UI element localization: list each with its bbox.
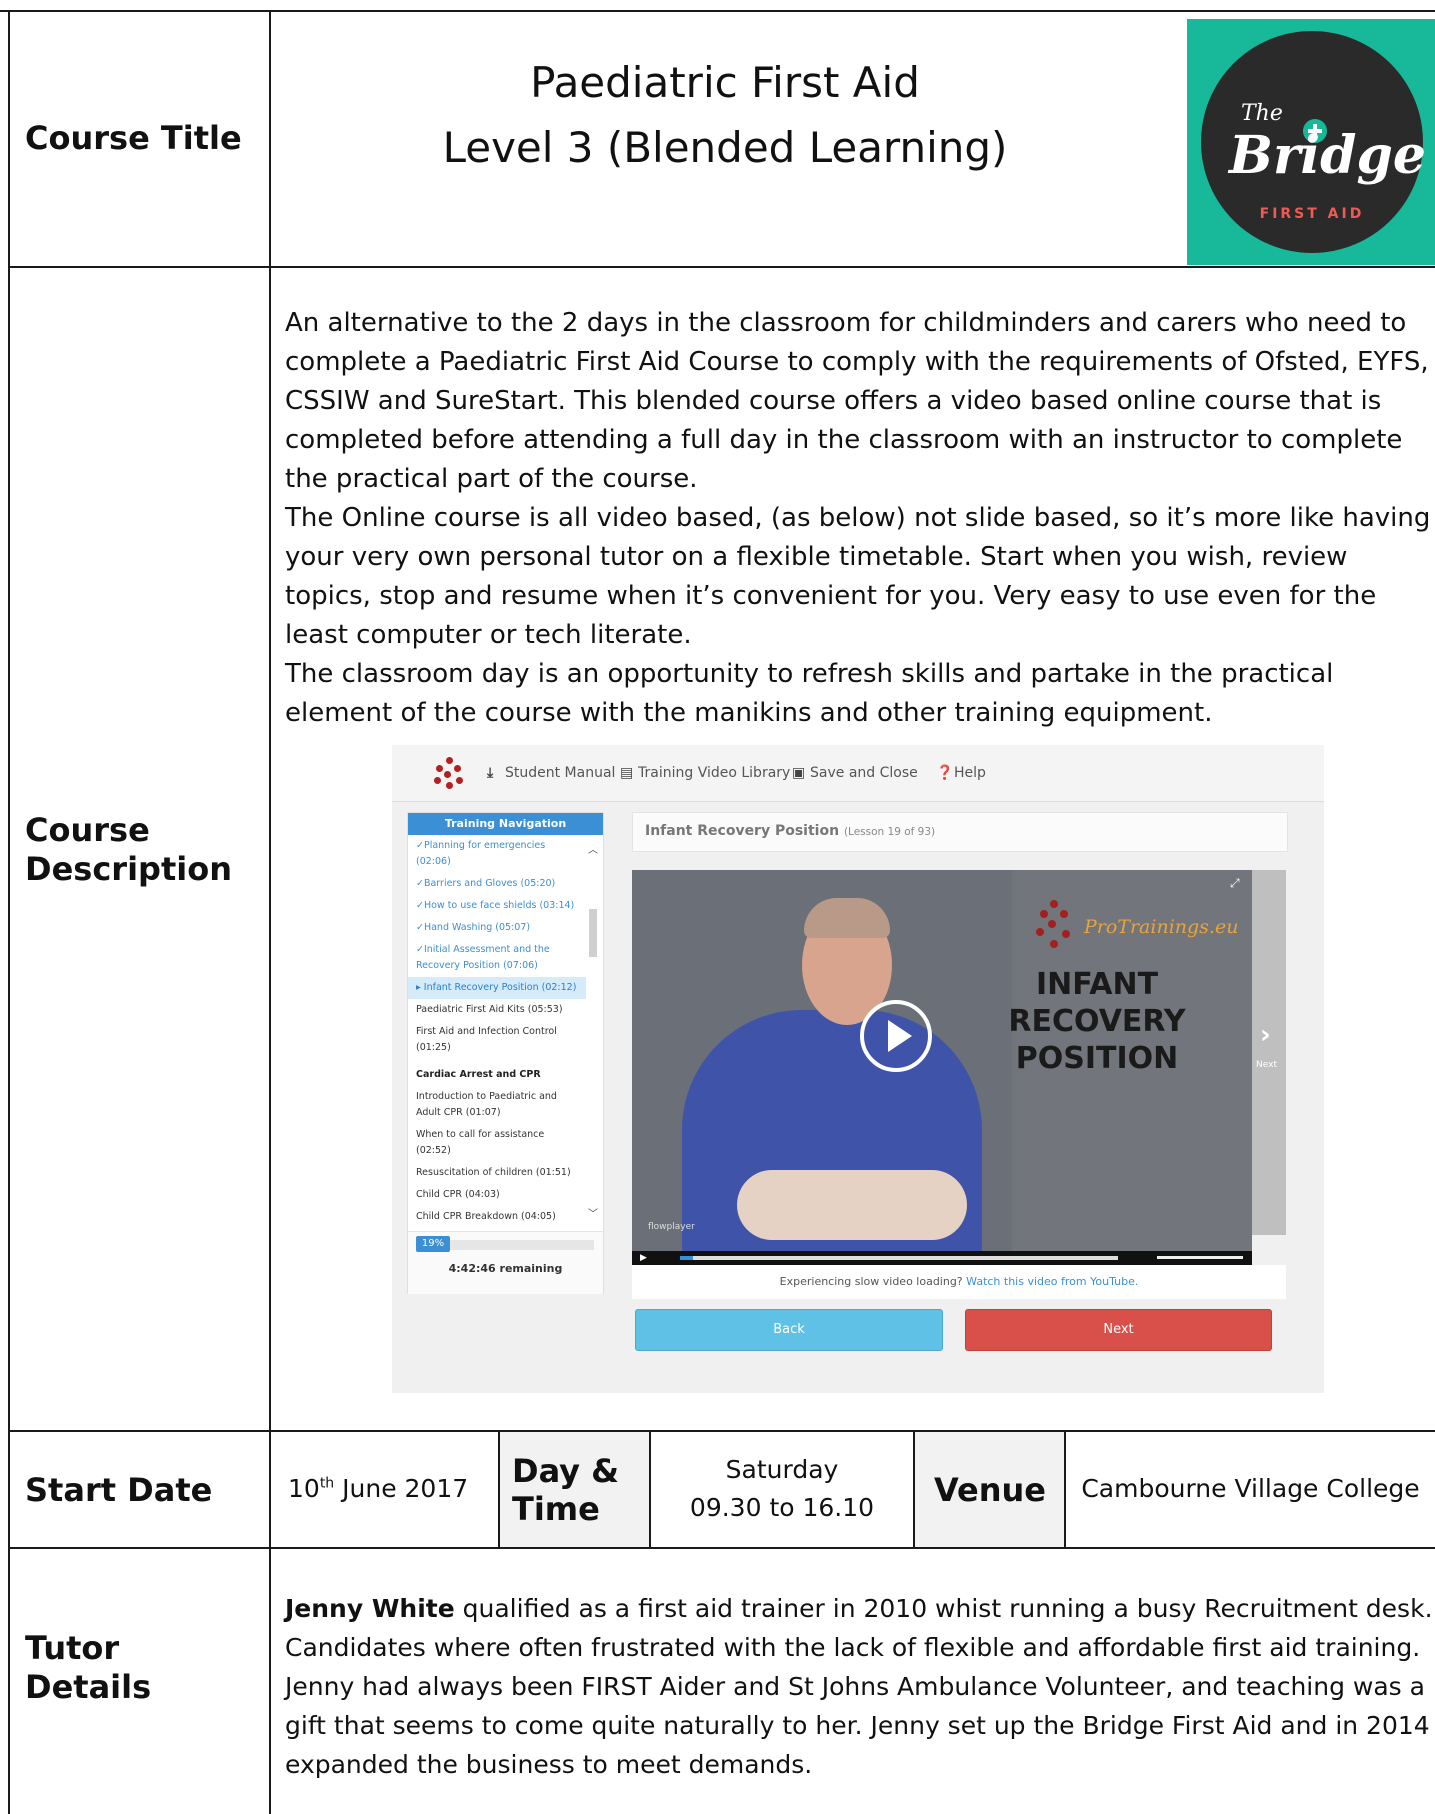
description-paragraph-3: The classroom day is an opportunity to r… [285, 659, 1334, 728]
infant-manikin [737, 1170, 967, 1240]
nav-item[interactable]: Child CPR Breakdown (04:05) [408, 1206, 586, 1228]
chevron-down-icon[interactable]: ﹀ [588, 1205, 598, 1220]
nav-item[interactable]: Child CPR (04:03) [408, 1184, 586, 1206]
course-description-label-line1: Course [25, 811, 150, 849]
tutor-details-label-line1: Tutor [25, 1629, 120, 1667]
next-side-label: Next [1256, 1060, 1277, 1070]
row-divider-1 [8, 266, 1435, 268]
nav-item[interactable]: Cardiac Arrest and CPR [408, 1059, 586, 1086]
time-remaining: 4:42:46 remaining [448, 1262, 563, 1275]
nav-item[interactable]: Resuscitation of children (01:51) [408, 1162, 586, 1184]
logo-the-text: The [1241, 101, 1283, 126]
course-progress-badge: 19% [416, 1236, 450, 1252]
nav-item[interactable]: Introduction to Paediatric and Adult CPR… [408, 1086, 586, 1124]
nav-item[interactable]: First Aid and Infection Control (01:25) [408, 1021, 586, 1059]
row-divider-2 [8, 1430, 1435, 1432]
lesson-number: (Lesson 19 of 93) [843, 826, 936, 838]
training-platform-screenshot: ⤓ Student Manual ▤ Training Video Library … [392, 745, 1324, 1393]
schedule-divider-1 [498, 1431, 500, 1548]
video-title-overlay: INFANT RECOVERY POSITION [1008, 967, 1186, 1076]
day-time-label-line1: Day & [512, 1452, 620, 1490]
venue-label: Venue [934, 1471, 1046, 1509]
protrainings-brand-text: ProTrainings.eu [1084, 916, 1239, 938]
video-seek-fill [680, 1256, 694, 1260]
volume-slider[interactable] [1157, 1256, 1243, 1259]
course-title-line2: Level 3 (Blended Learning) [442, 123, 1008, 172]
description-paragraph-1: An alternative to the 2 days in the clas… [285, 308, 1429, 494]
time-value: 09.30 to 16.10 [689, 1493, 875, 1522]
slow-loading-text: Experiencing slow video loading? [779, 1275, 963, 1288]
tutor-details-label-line2: Details [25, 1668, 152, 1706]
next-button[interactable]: Next [965, 1309, 1272, 1351]
venue-value: Cambourne Village College [1081, 1474, 1420, 1503]
day-value: Saturday [725, 1455, 839, 1484]
tutor-name: Jenny White [285, 1594, 455, 1623]
nav-item[interactable]: Paediatric First Aid Kits (05:53) [408, 999, 586, 1021]
lesson-title: Infant Recovery Position [645, 823, 840, 839]
nav-item[interactable]: ✓Initial Assessment and the Recovery Pos… [408, 939, 586, 977]
course-title-line1: Paediatric First Aid [530, 58, 920, 107]
back-button[interactable]: Back [635, 1309, 943, 1351]
logo-disc: The Bridge FIRST AID [1201, 31, 1426, 253]
description-paragraph-2: The Online course is all video based, (a… [285, 503, 1431, 650]
nav-item[interactable]: ✓Planning for emergencies (02:06) [408, 835, 586, 873]
course-title-label: Course Title [25, 119, 242, 157]
instructor-hair [804, 898, 890, 938]
label-column-divider [269, 10, 271, 1814]
play-icon[interactable] [860, 1000, 932, 1072]
nav-scrollbar[interactable]: ︿ ﹀ [588, 841, 598, 1221]
course-description-text: An alternative to the 2 days in the clas… [285, 304, 1435, 733]
progress-footer: 19% 4:42:46 remaining [408, 1231, 603, 1294]
logo-first-aid-text: FIRST AID [1259, 206, 1365, 222]
fullscreen-icon[interactable]: ⤢ [1230, 876, 1240, 891]
screenshot-toolbar: ⤓ Student Manual ▤ Training Video Library … [392, 745, 1324, 802]
lesson-header: Infant Recovery Position (Lesson 19 of 9… [632, 812, 1288, 852]
nav-scroll-thumb[interactable] [589, 909, 597, 957]
chevron-right-icon: › [1260, 1020, 1271, 1050]
video-seek-bar[interactable] [680, 1256, 1118, 1260]
protrainings-logo-icon [434, 757, 466, 789]
start-date-value: 10th June 2017 [288, 1474, 469, 1503]
tutor-bio: Jenny White qualified as a first aid tra… [285, 1589, 1435, 1784]
video-library-link[interactable]: ▤ Training Video Library [620, 761, 790, 785]
training-navigation-list: ✓Planning for emergencies (02:06) ✓Barrie… [408, 835, 586, 1231]
nav-item[interactable]: ✓Barriers and Gloves (05:20) [408, 873, 586, 895]
nav-item[interactable]: ✓How to use face shields (03:14) [408, 895, 586, 917]
control-play-icon[interactable]: ▶ [640, 1253, 647, 1263]
student-manual-link[interactable]: ⤓ Student Manual [487, 761, 615, 785]
row-divider-3 [8, 1547, 1435, 1549]
youtube-link[interactable]: Watch this video from YouTube. [966, 1275, 1138, 1288]
video-player[interactable]: ProTrainings.eu INFANT RECOVERY POSITION… [632, 870, 1252, 1265]
flowplayer-watermark: flowplayer [648, 1222, 695, 1232]
nav-item[interactable]: ✓Hand Washing (05:07) [408, 917, 586, 939]
save-icon: ▣ [792, 765, 806, 781]
tutor-bio-text: qualified as a first aid trainer in 2010… [285, 1594, 1433, 1779]
start-date-label: Start Date [25, 1471, 213, 1509]
save-close-link[interactable]: ▣ Save and Close [792, 761, 918, 785]
library-icon: ▤ [620, 765, 634, 781]
video-controls: ▶ [632, 1251, 1252, 1265]
table-border-left [8, 10, 10, 1814]
next-lesson-side-button[interactable]: › Next [1252, 870, 1286, 1235]
training-navigation-title: Training Navigation [408, 813, 603, 835]
training-navigation-panel: Training Navigation ✓Planning for emerge… [407, 812, 604, 1294]
help-icon: ❓ [936, 765, 954, 781]
slow-loading-notice: Experiencing slow video loading? Watch t… [632, 1265, 1286, 1299]
nav-item[interactable]: When to call for assistance (02:52) [408, 1124, 586, 1162]
day-time-label-line2: Time [512, 1490, 600, 1528]
nav-item[interactable]: ▸ Infant Recovery Position (02:12) [408, 977, 586, 999]
bridge-first-aid-logo: The Bridge FIRST AID [1187, 19, 1435, 265]
logo-bridge-text: Bridge [1229, 125, 1426, 186]
table-border-top [0, 10, 1435, 12]
course-description-label-line2: Description [25, 850, 232, 888]
protrainings-brand: ProTrainings.eu [1032, 900, 1238, 960]
help-link[interactable]: ❓Help [936, 761, 986, 785]
chevron-up-icon[interactable]: ︿ [588, 841, 598, 856]
download-icon: ⤓ [487, 765, 494, 781]
